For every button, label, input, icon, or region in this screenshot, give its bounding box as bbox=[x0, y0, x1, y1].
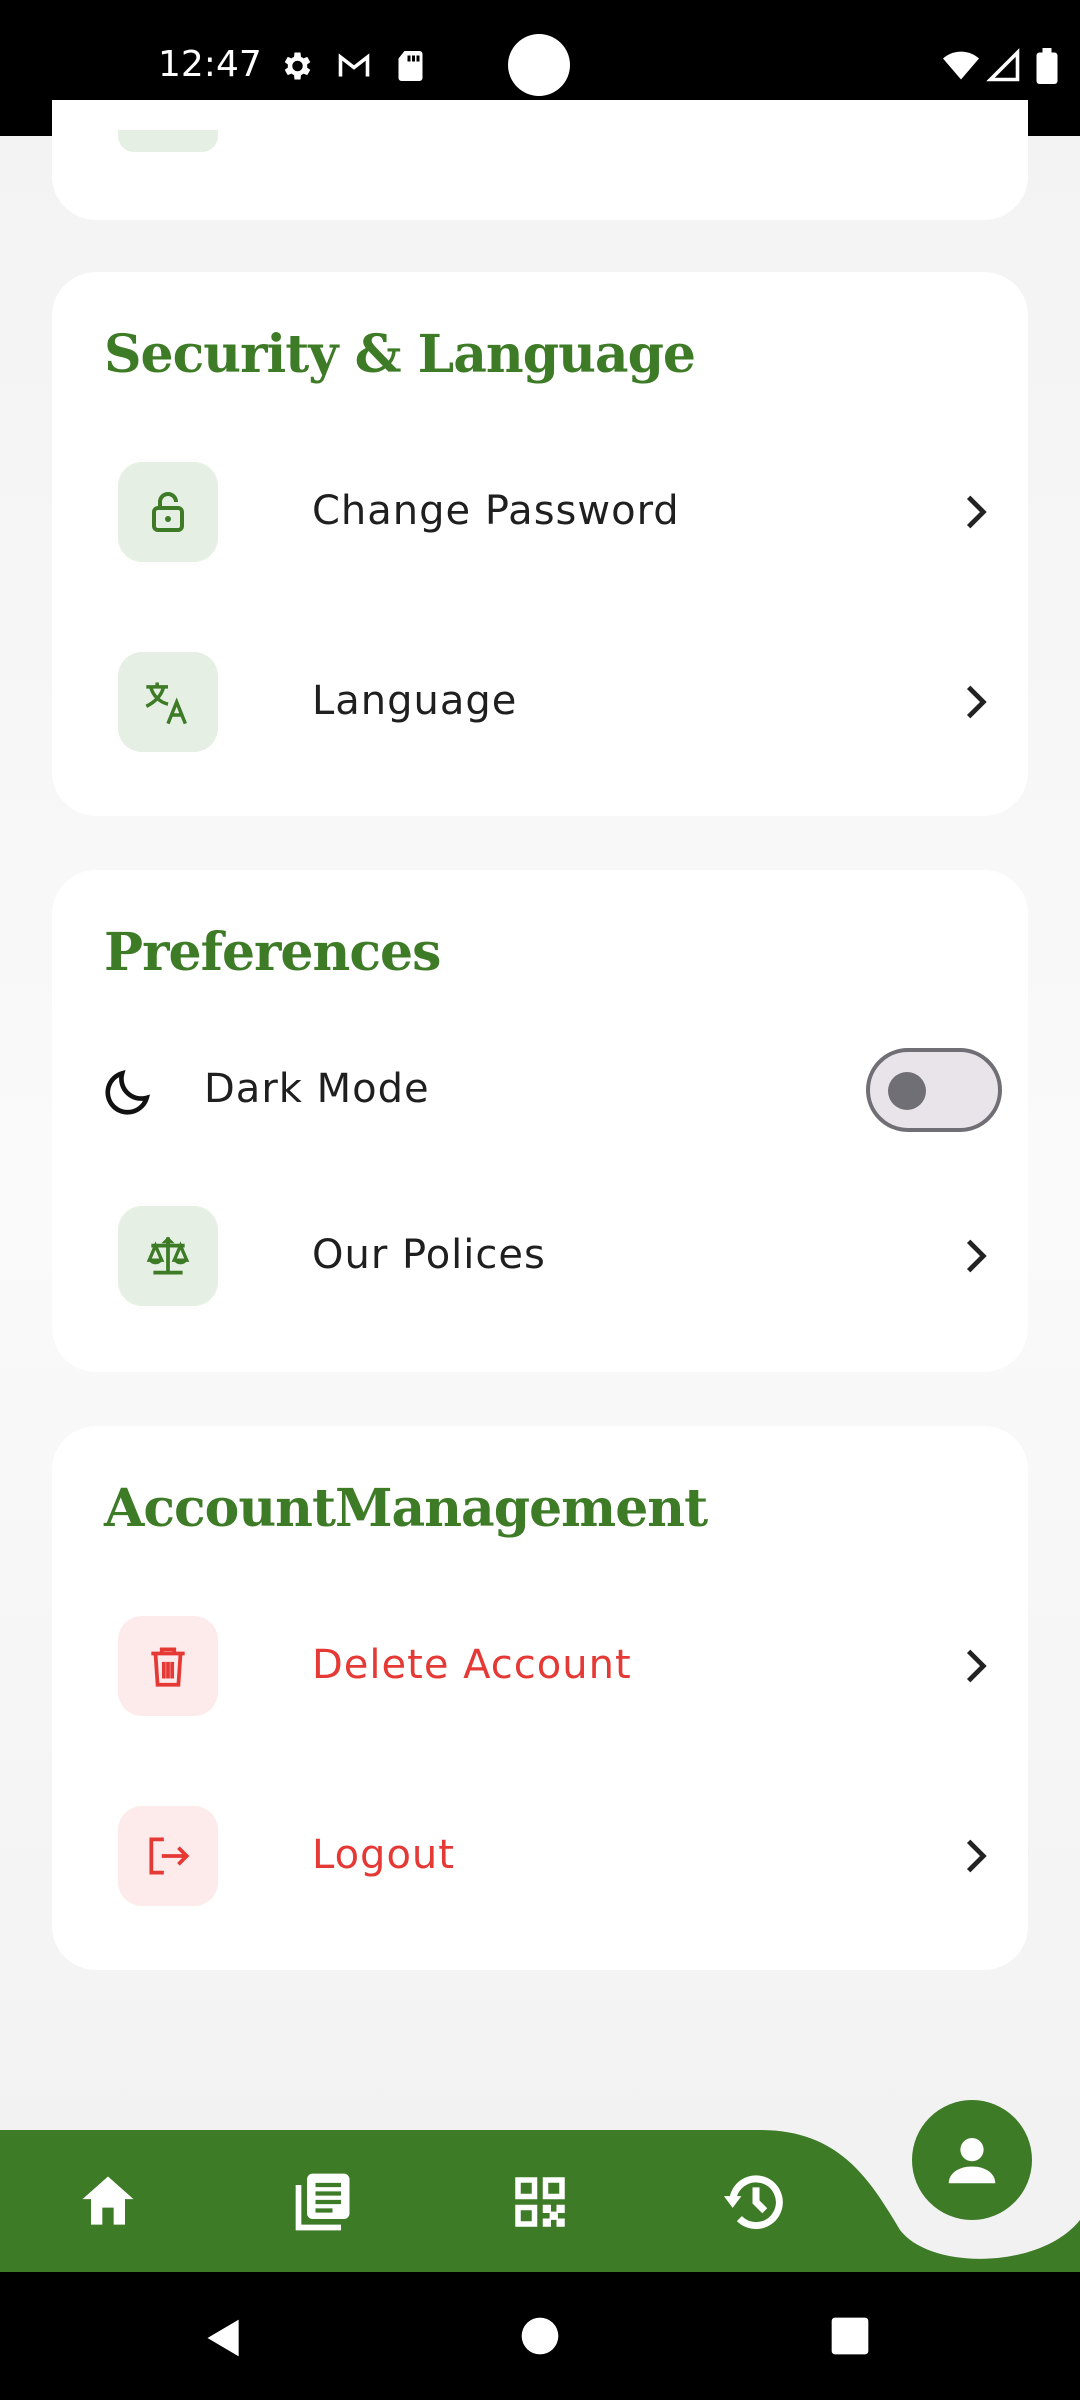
dark-mode-toggle[interactable] bbox=[866, 1048, 1002, 1132]
translate-icon bbox=[118, 652, 218, 752]
section-title: Preferences bbox=[104, 922, 441, 983]
back-icon[interactable] bbox=[202, 2316, 246, 2360]
balance-scale-icon bbox=[118, 1206, 218, 1306]
profile-icon[interactable] bbox=[912, 2100, 1032, 2220]
signal-icon bbox=[986, 48, 1020, 82]
qr-code-icon[interactable] bbox=[504, 2166, 576, 2238]
news-icon[interactable] bbox=[288, 2166, 360, 2238]
chevron-right-icon bbox=[966, 1649, 987, 1683]
home-nav-icon[interactable] bbox=[520, 2316, 560, 2356]
section-title: AccountManagement bbox=[104, 1478, 708, 1539]
dark-mode-row: Dark Mode bbox=[105, 1040, 1012, 1140]
history-icon[interactable] bbox=[720, 2166, 792, 2238]
row-label: Change Password bbox=[312, 488, 680, 534]
row-label: Delete Account bbox=[312, 1642, 632, 1688]
delete-account-row[interactable]: Delete Account bbox=[118, 1616, 998, 1716]
gmail-icon bbox=[338, 53, 370, 77]
trash-icon bbox=[118, 1616, 218, 1716]
row-label: Logout bbox=[312, 1832, 455, 1878]
camera-cutout bbox=[508, 34, 570, 96]
row-label: Our Polices bbox=[312, 1232, 546, 1278]
logout-icon bbox=[118, 1806, 218, 1906]
sd-card-icon bbox=[398, 51, 423, 81]
chevron-right-icon bbox=[966, 495, 987, 529]
status-time: 12:47 bbox=[158, 44, 262, 85]
row-label: Language bbox=[312, 678, 518, 724]
battery-icon bbox=[1036, 48, 1058, 84]
toggle-knob bbox=[888, 1072, 926, 1110]
chevron-right-icon bbox=[966, 1239, 987, 1273]
icon-tile-partial bbox=[118, 130, 218, 152]
moon-icon bbox=[105, 1069, 151, 1115]
previous-section-card bbox=[52, 100, 1028, 220]
home-icon[interactable] bbox=[72, 2166, 144, 2238]
recents-icon[interactable] bbox=[830, 2316, 870, 2356]
gear-icon bbox=[284, 52, 311, 80]
wifi-icon bbox=[943, 51, 979, 80]
chevron-right-icon bbox=[966, 685, 987, 719]
dark-mode-label: Dark Mode bbox=[204, 1066, 430, 1112]
our-polices-row[interactable]: Our Polices bbox=[118, 1206, 998, 1306]
security-language-card: Security & Language Change Password Lang… bbox=[52, 272, 1028, 816]
account-management-card: AccountManagement Delete Account Logout bbox=[52, 1426, 1028, 1970]
preferences-card: Preferences Dark Mode Our Polices bbox=[52, 870, 1028, 1372]
chevron-right-icon bbox=[966, 1839, 987, 1873]
logout-row[interactable]: Logout bbox=[118, 1806, 998, 1906]
language-row[interactable]: Language bbox=[118, 652, 998, 752]
section-title: Security & Language bbox=[104, 324, 696, 385]
lock-icon bbox=[118, 462, 218, 562]
change-password-row[interactable]: Change Password bbox=[118, 462, 998, 562]
system-nav-bar bbox=[0, 2272, 1080, 2400]
